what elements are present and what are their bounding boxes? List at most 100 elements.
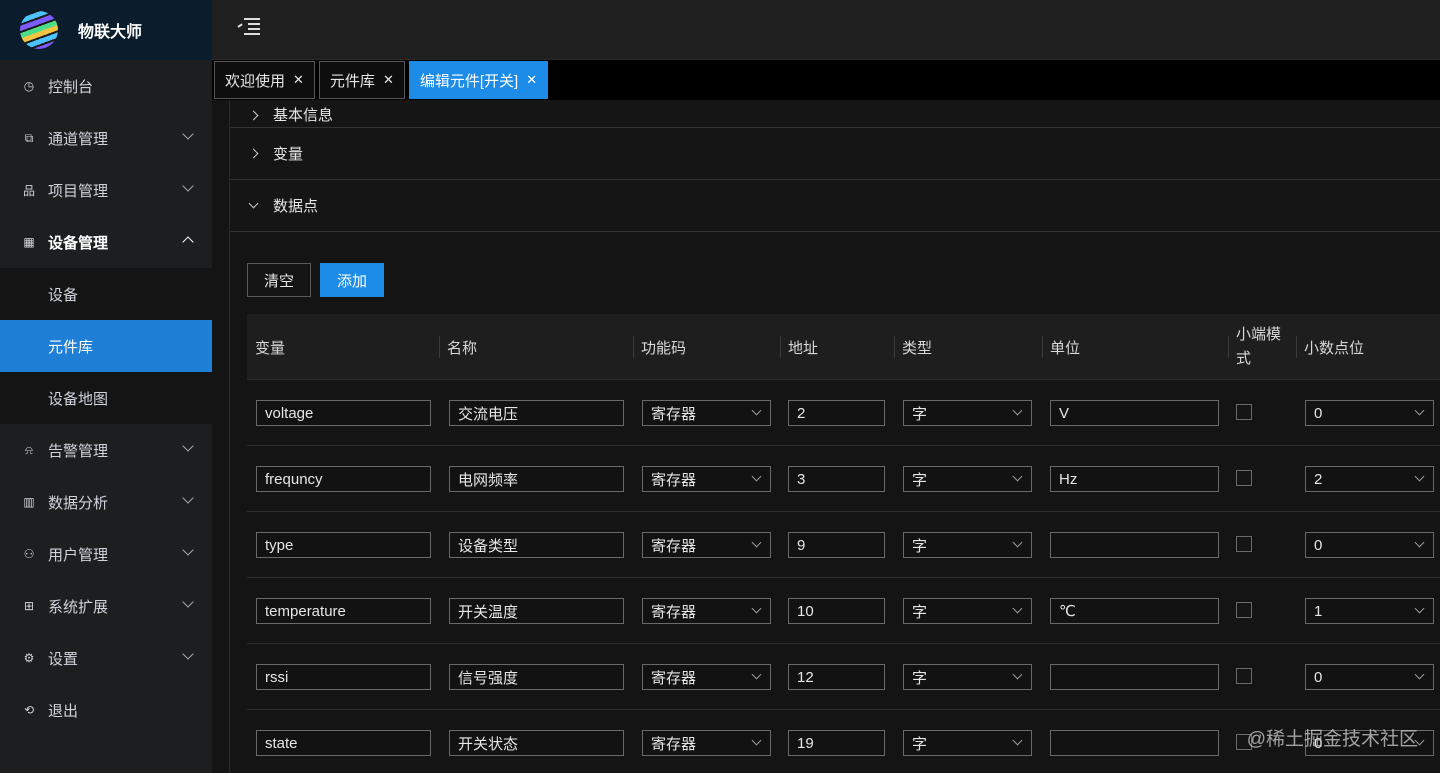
table-row: type 设备类型 寄存器 9 字 0 — [247, 512, 1440, 578]
address-input[interactable]: 10 — [788, 598, 885, 624]
column-header-unit: 单位 — [1042, 314, 1226, 380]
function-code-select[interactable]: 寄存器 — [642, 730, 771, 756]
sidebar-subitem[interactable]: 设备 — [0, 268, 212, 320]
sidebar-item[interactable]: ▥ 数据分析 — [0, 476, 212, 528]
section-basic-info[interactable]: 基本信息 — [230, 100, 1440, 128]
column-header-type: 类型 — [894, 314, 1042, 380]
name-input-value: 交流电压 — [458, 405, 519, 423]
sidebar-item[interactable]: 品项目管理 — [0, 164, 212, 216]
type-select[interactable]: 字 — [903, 598, 1032, 624]
unit-input[interactable] — [1050, 532, 1219, 558]
tab-label: 欢迎使用 — [225, 72, 286, 90]
function-code-select[interactable]: 寄存器 — [642, 400, 771, 426]
variable-input[interactable]: rssi — [256, 664, 431, 690]
type-select[interactable]: 字 — [903, 466, 1032, 492]
sidebar-item[interactable]: ⟲ 退出 — [0, 684, 212, 736]
sidebar-item[interactable]: ⚇ 用户管理 — [0, 528, 212, 580]
type-select[interactable]: 字 — [903, 400, 1032, 426]
sidebar-item[interactable]: ⊞ 系统扩展 — [0, 580, 212, 632]
decimals-select[interactable]: 2 — [1305, 466, 1434, 492]
sidebar-item-label: 设备管理 — [48, 234, 109, 252]
name-input[interactable]: 信号强度 — [449, 664, 624, 690]
chevron-down-icon — [751, 471, 762, 482]
sidebar-item[interactable]: ▦ 设备管理 — [0, 216, 212, 268]
name-input-value: 电网频率 — [458, 471, 519, 489]
decimals-select[interactable]: 1 — [1305, 598, 1434, 624]
name-input[interactable]: 电网频率 — [449, 466, 624, 492]
add-button[interactable]: 添加 — [320, 263, 385, 297]
variable-input[interactable]: state — [256, 730, 431, 756]
chevron-down-icon — [182, 492, 194, 504]
function-code-select[interactable]: 寄存器 — [642, 664, 771, 690]
tab-label: 编辑元件[开关] — [419, 72, 519, 90]
tab-bar: 欢迎使用 ✕ 元件库 ✕ 编辑元件[开关] ✕ — [212, 60, 1440, 100]
column-header-little-endian: 小端模式 — [1228, 314, 1288, 380]
unit-input-value: Hz — [1059, 470, 1078, 488]
tab[interactable]: 欢迎使用 ✕ — [214, 61, 315, 99]
name-input[interactable]: 交流电压 — [449, 400, 624, 426]
name-input[interactable]: 设备类型 — [449, 532, 624, 558]
unit-input[interactable]: ℃ — [1050, 598, 1219, 624]
section-variables[interactable]: 变量 — [230, 128, 1440, 180]
address-input[interactable]: 2 — [788, 400, 885, 426]
type-select[interactable]: 字 — [903, 664, 1032, 690]
type-select[interactable]: 字 — [903, 730, 1032, 756]
watermark: @稀土掘金技术社区 — [1246, 729, 1418, 750]
unit-input[interactable] — [1050, 664, 1219, 690]
chevron-down-icon — [751, 735, 762, 746]
sidebar-item[interactable]: ⍾ 告警管理 — [0, 424, 212, 476]
little-endian-checkbox[interactable] — [1236, 668, 1252, 684]
column-header-name: 名称 — [439, 314, 631, 380]
tab[interactable]: 编辑元件[开关] ✕ — [408, 61, 549, 99]
little-endian-checkbox[interactable] — [1236, 404, 1252, 420]
address-input-value: 2 — [797, 404, 806, 422]
close-icon[interactable]: ✕ — [293, 72, 304, 88]
close-icon[interactable]: ✕ — [383, 72, 394, 88]
section-title: 数据点 — [273, 198, 319, 215]
sidebar-subitem[interactable]: 元件库 — [0, 320, 212, 372]
chevron-down-icon — [182, 128, 194, 140]
chevron-down-icon — [1414, 603, 1425, 614]
decimals-select[interactable]: 0 — [1305, 532, 1434, 558]
name-input[interactable]: 开关状态 — [449, 730, 624, 756]
function-code-select[interactable]: 寄存器 — [642, 598, 771, 624]
variable-input[interactable]: type — [256, 532, 431, 558]
type-select[interactable]: 字 — [903, 532, 1032, 558]
sidebar-item-label: 控制台 — [48, 78, 94, 96]
little-endian-checkbox[interactable] — [1236, 602, 1252, 618]
section-data-points[interactable]: 数据点 — [230, 180, 1440, 232]
name-input[interactable]: 开关温度 — [449, 598, 624, 624]
variable-input[interactable]: voltage — [256, 400, 431, 426]
decimals-select[interactable]: 0 — [1305, 400, 1434, 426]
function-code-select[interactable]: 寄存器 — [642, 532, 771, 558]
unit-input[interactable] — [1050, 730, 1219, 756]
sidebar-item-label: 通道管理 — [48, 130, 109, 148]
close-icon[interactable]: ✕ — [526, 72, 537, 88]
sidebar-item[interactable]: ◷ 控制台 — [0, 60, 212, 112]
user-icon: ⚇ — [23, 547, 35, 561]
variable-input[interactable]: temperature — [256, 598, 431, 624]
address-input[interactable]: 19 — [788, 730, 885, 756]
address-input[interactable]: 9 — [788, 532, 885, 558]
unit-input[interactable]: Hz — [1050, 466, 1219, 492]
function-code-select-value: 寄存器 — [651, 471, 697, 489]
variable-input[interactable]: frequncy — [256, 466, 431, 492]
function-code-select[interactable]: 寄存器 — [642, 466, 771, 492]
unit-input[interactable]: V — [1050, 400, 1219, 426]
brand[interactable]: 物联大师 — [0, 0, 212, 60]
clear-button[interactable]: 清空 — [247, 263, 312, 297]
sidebar-item[interactable]: ⚙ 设置 — [0, 632, 212, 684]
menu-fold-icon[interactable] — [237, 18, 260, 36]
address-input[interactable]: 12 — [788, 664, 885, 690]
decimals-select[interactable]: 0 — [1305, 664, 1434, 690]
tab[interactable]: 元件库 ✕ — [318, 61, 405, 99]
little-endian-checkbox[interactable] — [1236, 536, 1252, 552]
sidebar-subitem[interactable]: 设备地图 — [0, 372, 212, 424]
chevron-down-icon — [182, 544, 194, 556]
chart-icon: ▥ — [23, 495, 35, 509]
little-endian-checkbox[interactable] — [1236, 470, 1252, 486]
address-input[interactable]: 3 — [788, 466, 885, 492]
chevron-down-icon — [751, 603, 762, 614]
sidebar-item[interactable]: ⧉ 通道管理 — [0, 112, 212, 164]
sidebar-item-label: 告警管理 — [48, 442, 109, 460]
